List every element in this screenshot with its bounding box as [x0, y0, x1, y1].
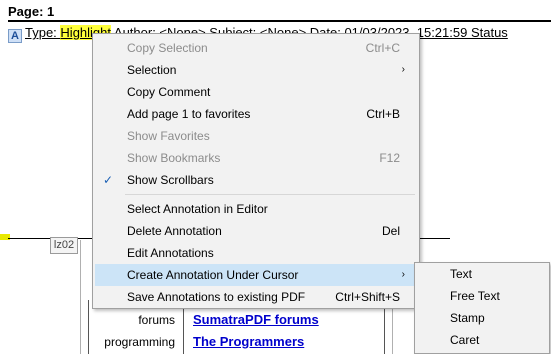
chevron-right-icon: ›: [401, 64, 405, 75]
submenu-item-text[interactable]: Text: [417, 263, 547, 285]
table-row-label: forums: [138, 313, 175, 327]
submenu-item-caret[interactable]: Caret: [417, 329, 547, 351]
table-border-left: [80, 240, 81, 354]
menu-item-show-bookmarks[interactable]: Show Bookmarks F12: [95, 147, 417, 169]
menu-separator: [125, 194, 415, 195]
menu-item-show-scrollbars[interactable]: ✓ Show Scrollbars: [95, 169, 417, 191]
forums-link[interactable]: SumatraPDF forums: [193, 312, 319, 327]
table-line: [88, 300, 89, 354]
shortcut: Ctrl+B: [366, 107, 400, 121]
shortcut: Ctrl+C: [365, 41, 400, 55]
submenu-item-stamp[interactable]: Stamp: [417, 307, 547, 329]
annotation-type-prefix: Type:: [25, 25, 61, 40]
create-annotation-submenu: Text Free Text Stamp Caret: [414, 262, 550, 354]
menu-item-select-annotation[interactable]: Select Annotation in Editor: [95, 198, 417, 220]
menu-item-show-favorites[interactable]: Show Favorites: [95, 125, 417, 147]
menu-item-copy-selection[interactable]: Copy Selection Ctrl+C: [95, 37, 417, 59]
page-header: Page: 1: [8, 4, 55, 19]
context-menu: Copy Selection Ctrl+C Selection › Copy C…: [92, 33, 420, 309]
menu-item-create-annotation[interactable]: Create Annotation Under Cursor ›: [95, 264, 417, 286]
shortcut: Del: [381, 224, 400, 238]
chevron-right-icon: ›: [401, 269, 405, 280]
menu-item-copy-comment[interactable]: Copy Comment: [95, 81, 417, 103]
table-row-label: programming: [104, 335, 175, 349]
annotation-icon: A: [8, 29, 22, 43]
menu-item-save-annotations[interactable]: Save Annotations to existing PDF Ctrl+Sh…: [95, 286, 417, 308]
submenu-item-free-text[interactable]: Free Text: [417, 285, 547, 307]
programmers-link[interactable]: The Programmers: [193, 334, 304, 349]
shortcut: Ctrl+Shift+S: [335, 290, 400, 304]
page-divider: [8, 20, 551, 22]
menu-item-delete-annotation[interactable]: Delete Annotation Del: [95, 220, 417, 242]
menu-item-selection[interactable]: Selection ›: [95, 59, 417, 81]
menu-item-add-favorite[interactable]: Add page 1 to favorites Ctrl+B: [95, 103, 417, 125]
checkmark-icon: ✓: [103, 173, 114, 187]
tooltip-tab: lz02: [50, 237, 78, 254]
menu-item-edit-annotations[interactable]: Edit Annotations: [95, 242, 417, 264]
shortcut: F12: [379, 151, 400, 165]
